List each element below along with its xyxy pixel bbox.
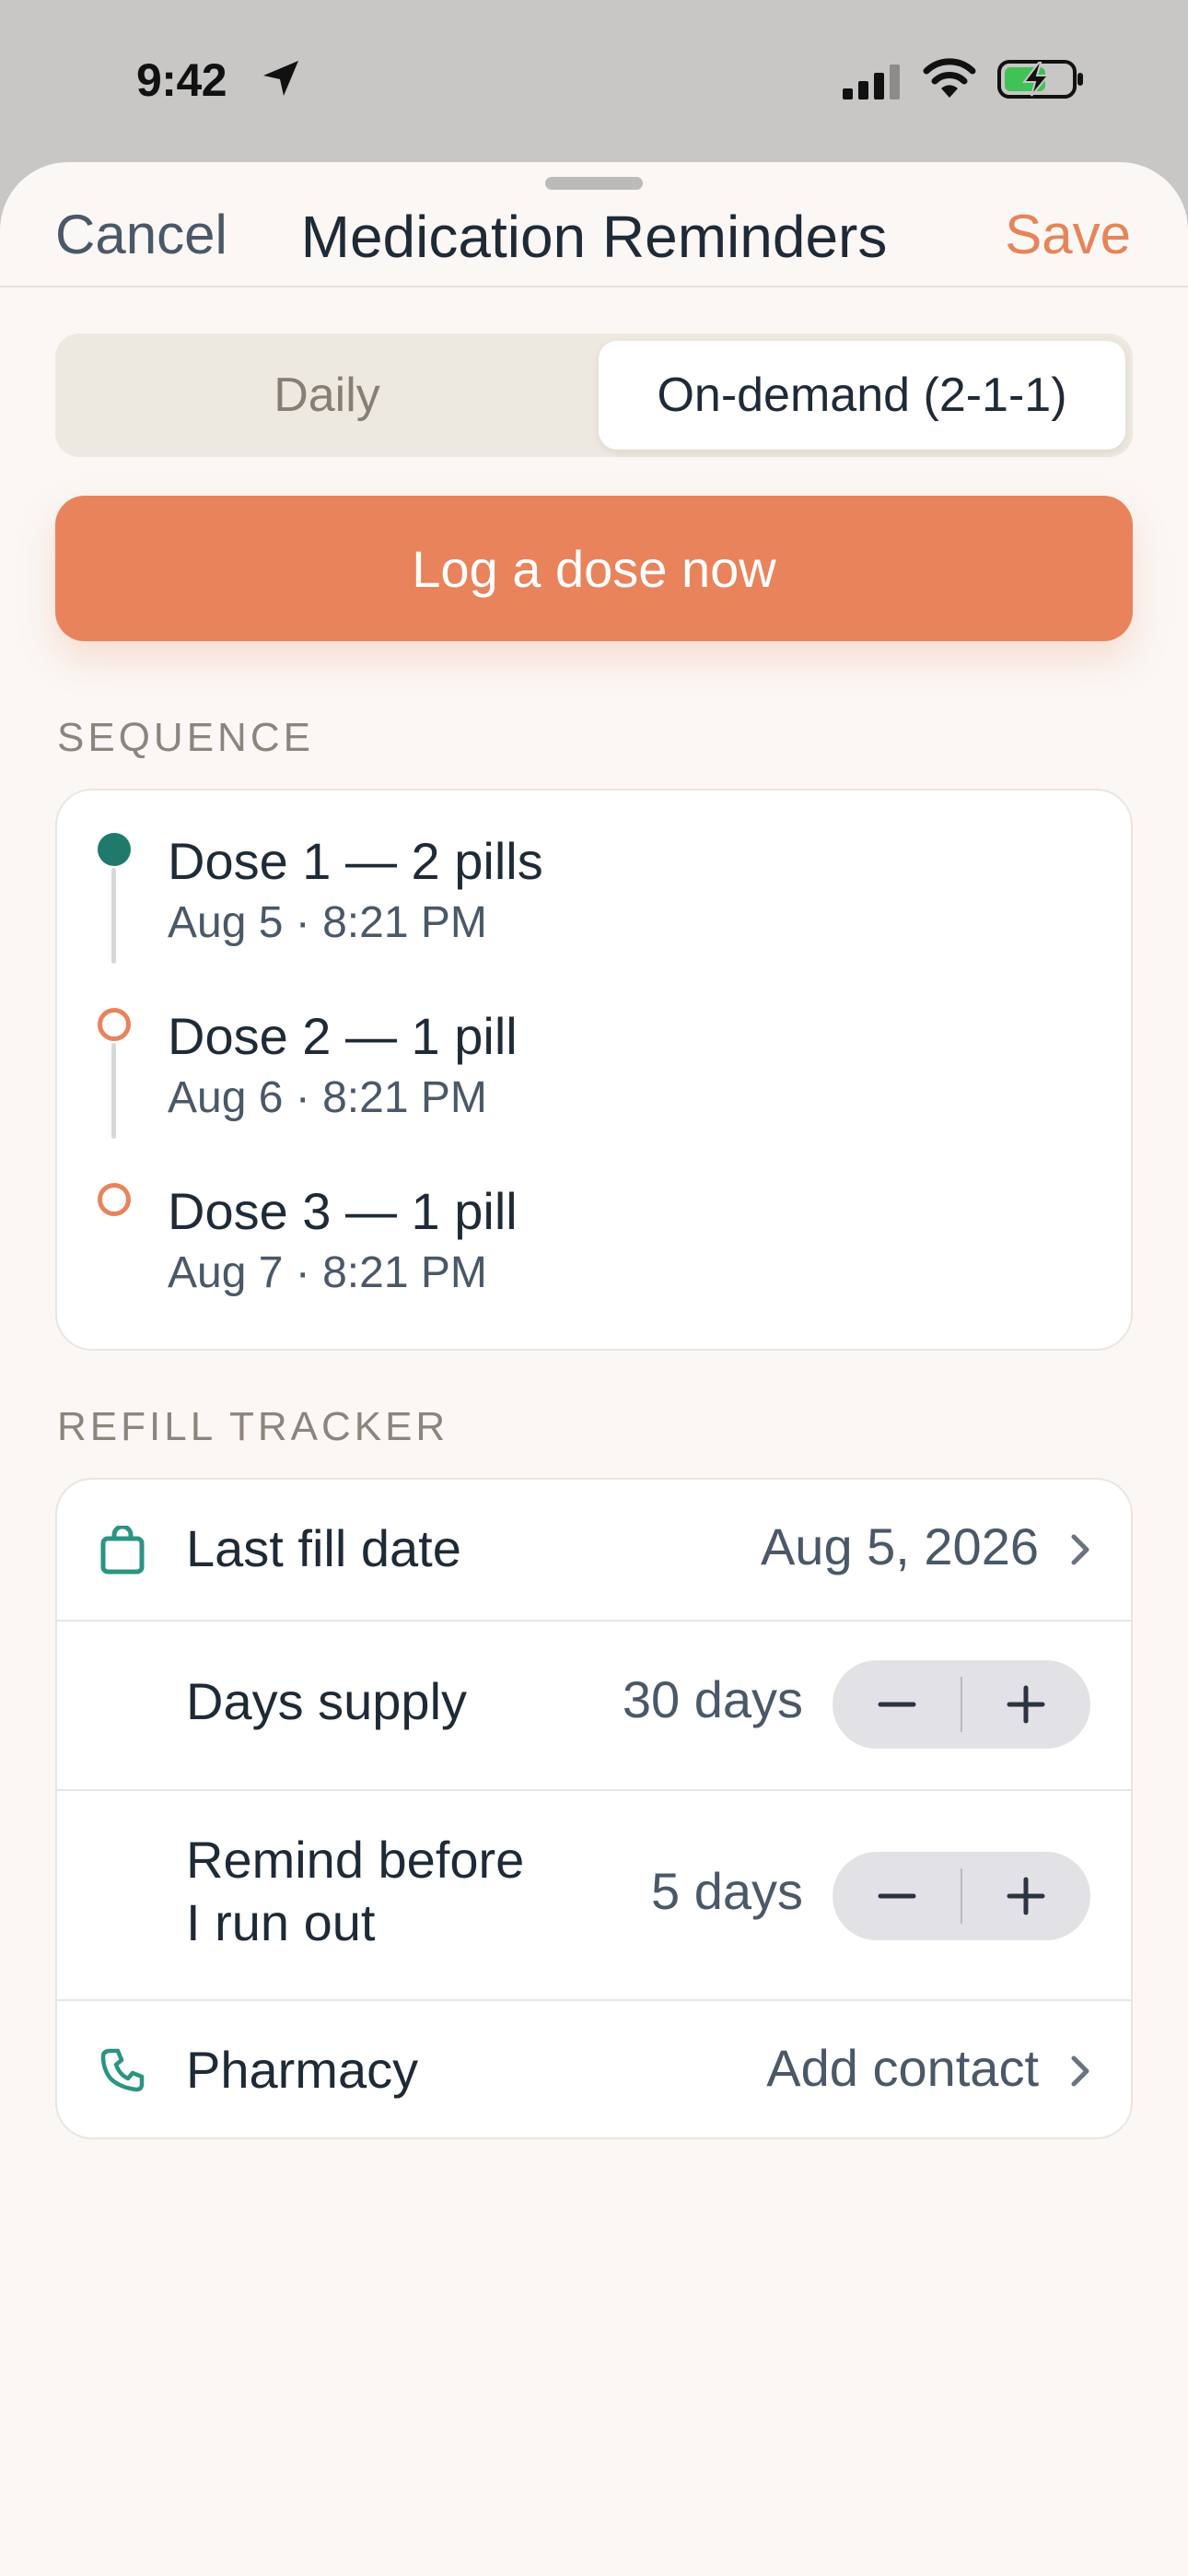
dose-1-time: Aug 5 · 8:21 PM xyxy=(168,898,487,947)
days-supply-stepper xyxy=(833,1660,1090,1749)
save-button[interactable]: Save xyxy=(1005,203,1131,266)
days-supply-label: Days supply xyxy=(186,1672,468,1730)
dose-3-time: Aug 7 · 8:21 PM xyxy=(168,1248,487,1297)
status-bar: 9:42 xyxy=(0,0,1188,161)
last-fill-date-value: Aug 5, 2026 xyxy=(760,1517,1039,1575)
cellular-signal-icon xyxy=(843,64,900,100)
timeline-connector xyxy=(111,868,116,964)
remind-before-label-line-2: I run out xyxy=(186,1893,376,1951)
last-fill-date-row[interactable]: Last fill date Aug 5, 2026 xyxy=(57,1480,1131,1620)
log-dose-button[interactable]: Log a dose now xyxy=(55,496,1133,641)
medication-reminders-sheet: Cancel Medication Reminders Save Daily O… xyxy=(0,162,1188,2576)
shopping-bag-icon xyxy=(100,1526,145,1575)
segment-on-demand[interactable]: On-demand (2-1-1) xyxy=(599,341,1125,450)
days-supply-decrement-button[interactable] xyxy=(833,1660,961,1749)
phone-icon xyxy=(100,2048,145,2092)
battery-charging-icon xyxy=(997,60,1083,99)
days-supply-row: Days supply 30 days xyxy=(57,1622,1131,1789)
dose-upcoming-dot-icon xyxy=(98,1008,131,1041)
refill-section-label: REFILL TRACKER xyxy=(57,1404,449,1449)
dose-3-title: Dose 3 — 1 pill xyxy=(168,1182,518,1240)
chevron-right-icon xyxy=(1071,2055,1089,2087)
minus-icon xyxy=(878,1893,916,1899)
refill-tracker-card: Last fill date Aug 5, 2026 Days supply 3… xyxy=(55,1478,1133,2139)
pharmacy-label: Pharmacy xyxy=(186,2041,419,2099)
days-supply-value: 30 days xyxy=(622,1670,803,1728)
sequence-card: Dose 1 — 2 pills Aug 5 · 8:21 PM Dose 2 … xyxy=(55,789,1133,1351)
remind-before-label-line-1: Remind before xyxy=(186,1831,525,1889)
last-fill-date-label: Last fill date xyxy=(186,1519,461,1577)
status-time: 9:42 xyxy=(136,54,227,106)
chevron-right-icon xyxy=(1071,1534,1089,1565)
wifi-icon xyxy=(923,58,976,98)
timeline-connector xyxy=(111,1043,116,1139)
plus-icon xyxy=(1007,1685,1045,1724)
dose-2-time: Aug 6 · 8:21 PM xyxy=(168,1073,487,1122)
location-arrow-icon xyxy=(263,61,298,96)
remind-before-row: Remind before I run out 5 days xyxy=(57,1791,1131,1999)
pharmacy-row[interactable]: Pharmacy Add contact xyxy=(57,2001,1131,2139)
schedule-mode-segmented-control: Daily On-demand (2-1-1) xyxy=(55,334,1133,457)
plus-icon xyxy=(1007,1877,1045,1915)
remind-before-decrement-button[interactable] xyxy=(833,1852,961,1940)
dose-upcoming-dot-icon xyxy=(98,1183,131,1216)
sequence-section-label: SEQUENCE xyxy=(57,715,314,760)
days-supply-increment-button[interactable] xyxy=(961,1660,1090,1749)
dose-2-title: Dose 2 — 1 pill xyxy=(168,1007,518,1065)
remind-before-stepper xyxy=(833,1852,1090,1940)
segment-daily[interactable]: Daily xyxy=(63,341,591,450)
remind-before-value: 5 days xyxy=(651,1862,803,1920)
minus-icon xyxy=(878,1702,916,1707)
dose-taken-dot-icon xyxy=(98,833,131,866)
pharmacy-value: Add contact xyxy=(766,2039,1039,2097)
dose-1-title: Dose 1 — 2 pills xyxy=(168,832,543,890)
remind-before-increment-button[interactable] xyxy=(961,1852,1090,1940)
nav-bar: Cancel Medication Reminders Save xyxy=(0,162,1188,287)
